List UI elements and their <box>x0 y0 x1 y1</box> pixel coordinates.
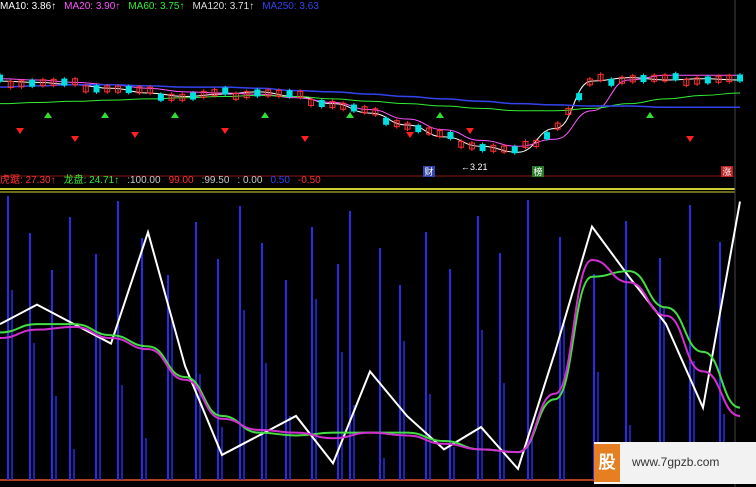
candle-body-24 <box>254 89 261 97</box>
ma-legend-item-1: MA20: 3.90↑ <box>64 1 121 12</box>
candle-body-45 <box>479 144 486 152</box>
price-low-label: ←3.21 <box>461 162 488 172</box>
indicator-legend-item-0: 虎踞: 27.30↑ <box>0 175 56 186</box>
candle-body-51 <box>543 132 550 140</box>
candle-body-36 <box>383 117 390 125</box>
indicator-line-signal <box>0 259 741 454</box>
candle-body-60 <box>640 75 647 83</box>
watermark-logo: 股 <box>594 444 620 482</box>
candle-body-27 <box>286 90 293 98</box>
candle-body-33 <box>350 104 357 112</box>
buy-signal-arrow-11 <box>436 112 444 118</box>
buy-signal-arrow-13 <box>646 112 654 118</box>
candle-body-0 <box>0 74 3 82</box>
ma-legend-item-4: MA250: 3.63 <box>262 1 319 12</box>
sell-signal-arrow-0 <box>16 128 24 134</box>
buy-signal-arrow-1 <box>44 112 52 118</box>
indicator-legend-item-2: :100.00 <box>127 175 161 186</box>
buy-signal-arrow-7 <box>261 112 269 118</box>
candle-body-3 <box>29 79 36 87</box>
marker-cai: 财 <box>424 166 433 178</box>
sell-signal-arrow-14 <box>686 136 694 142</box>
sell-signal-arrow-6 <box>221 128 229 134</box>
indicator-line-long <box>0 270 741 454</box>
candle-body-66 <box>704 76 711 84</box>
sell-signal-arrow-12 <box>466 128 474 134</box>
sell-signal-arrow-8 <box>301 136 309 142</box>
candle-body-42 <box>447 131 454 139</box>
candle-body-12 <box>125 86 132 94</box>
candle-body-18 <box>190 92 197 100</box>
indicator-legend-item-6: 0.50 <box>270 175 290 186</box>
ma-legend: MA10: 3.86↑ MA20: 3.90↑ MA60: 3.75↑ MA120: … <box>0 0 327 14</box>
buy-signal-arrow-9 <box>346 112 354 118</box>
watermark-url: www.7gpzb.com <box>632 455 720 469</box>
candle-body-48 <box>511 146 518 154</box>
marker-zhang: 涨 <box>722 167 731 178</box>
candle-body-57 <box>608 78 615 86</box>
candle-body-63 <box>672 73 679 81</box>
buy-signal-arrow-3 <box>101 112 109 118</box>
candle-body-9 <box>93 85 100 93</box>
indicator-legend-item-3: 99.00 <box>168 175 194 186</box>
indicator-legend-item-7: -0.50 <box>297 175 321 186</box>
candle-body-69 <box>737 74 743 82</box>
ma10-line <box>0 77 741 153</box>
stock-chart: 财 榜 涨 ←3.21 MA10: 3.86↑ MA20: 3.90↑ MA60: 3.7… <box>0 0 756 487</box>
ma20-line <box>0 74 741 147</box>
indicator-legend: 虎踞: 27.30↑ 龙盘: 24.71↑ :100.00 99.00 :99.50 : … <box>0 174 329 188</box>
ma-legend-item-3: MA120: 3.71↑ <box>192 1 255 12</box>
sell-signal-arrow-10 <box>406 132 414 138</box>
sell-signal-arrow-4 <box>131 132 139 138</box>
buy-signal-arrow-5 <box>171 112 179 118</box>
candle-body-39 <box>415 125 422 133</box>
indicator-legend-item-4: :99.50 <box>201 175 230 186</box>
chart-canvas: 财 榜 涨 ←3.21 <box>0 0 743 487</box>
candle-body-15 <box>157 93 164 101</box>
sell-signal-arrow-2 <box>71 136 79 142</box>
candle-body-54 <box>576 93 583 101</box>
candle-body-6 <box>61 78 68 86</box>
ma60-line <box>0 92 741 112</box>
ma-legend-item-0: MA10: 3.86↑ <box>0 1 57 12</box>
marker-bang: 榜 <box>533 166 542 178</box>
ma-legend-item-2: MA60: 3.75↑ <box>128 1 185 12</box>
candle-body-30 <box>318 99 325 107</box>
indicator-legend-item-1: 龙盘: 24.71↑ <box>63 175 120 186</box>
candle-body-21 <box>222 87 229 95</box>
indicator-legend-item-5: : 0.00 <box>237 175 263 186</box>
watermark: 股 www.7gpzb.com <box>594 442 756 484</box>
